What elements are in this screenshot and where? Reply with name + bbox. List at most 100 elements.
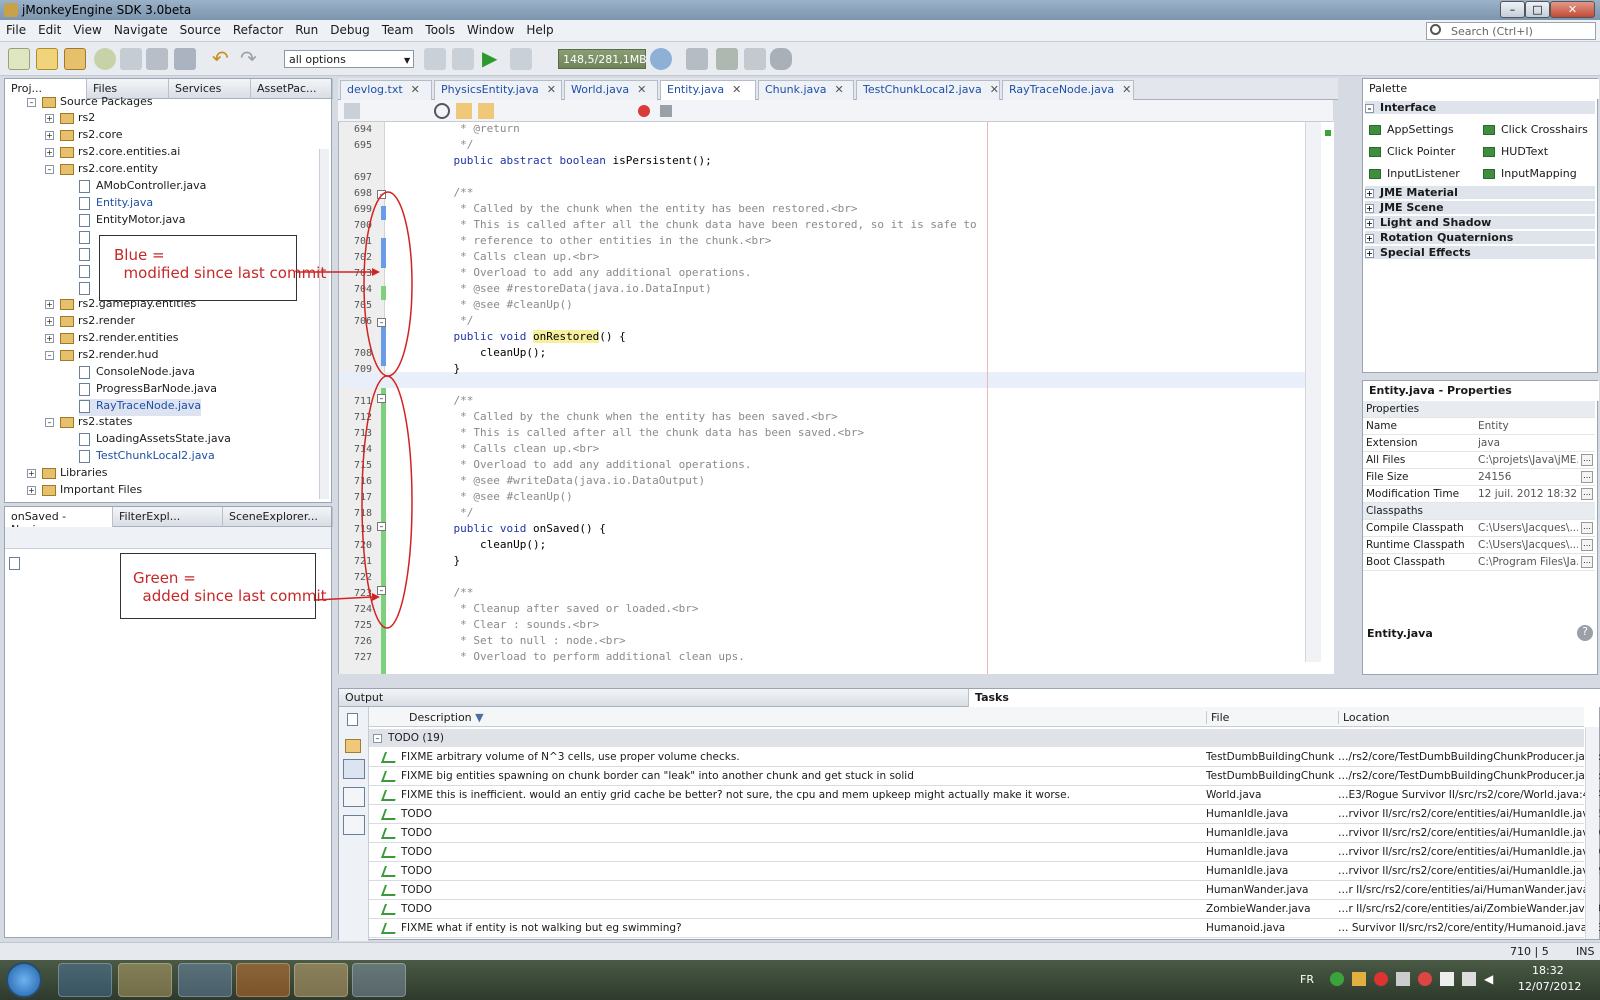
tab-entity[interactable]: Entity.java ✕	[660, 80, 756, 100]
debug-icon[interactable]	[510, 48, 532, 70]
tab-chunk[interactable]: Chunk.java ✕	[758, 80, 854, 100]
property-row[interactable]: File Size 24156…	[1363, 469, 1595, 486]
tray-icon[interactable]	[1330, 972, 1344, 986]
tool-icon[interactable]	[120, 48, 142, 70]
task-row[interactable]: TODO HumanIdle.java …rvivor II/src/rs2/cor…	[369, 862, 1600, 881]
filter-icon[interactable]	[343, 787, 365, 807]
property-group[interactable]: Classpaths	[1363, 503, 1595, 520]
file-scope-icon[interactable]	[347, 713, 358, 726]
firefox-icon[interactable]	[236, 963, 290, 997]
explorer-icon[interactable]	[118, 963, 172, 997]
all-projects-icon[interactable]	[343, 759, 365, 779]
code-line[interactable]: * This is called after all the chunk dat…	[427, 218, 977, 231]
redo-icon[interactable]: ↷	[240, 48, 262, 70]
run-icon[interactable]: ▶	[482, 48, 504, 70]
menu-edit[interactable]: Edit	[32, 20, 67, 37]
col-location[interactable]: Location	[1338, 711, 1390, 724]
code-line[interactable]: * Set to null : node.<br>	[427, 634, 626, 647]
tree-file[interactable]: EntityMotor.java	[96, 213, 185, 226]
tree-item[interactable]: rs2	[78, 111, 95, 124]
task-row[interactable]: TODO HumanIdle.java …rvivor II/src/rs2/cor…	[369, 824, 1600, 843]
property-row[interactable]: All Files C:\projets\Java\jME...…	[1363, 452, 1595, 469]
code-line[interactable]: */	[427, 138, 473, 151]
stop-icon[interactable]	[660, 105, 672, 117]
tab-physicsentity[interactable]: PhysicsEntity.java ✕	[434, 80, 562, 100]
code-line[interactable]: * Called by the chunk when the entity ha…	[427, 410, 838, 423]
close-button[interactable]: ✕	[1550, 1, 1595, 18]
menu-window[interactable]: Window	[461, 20, 520, 37]
menu-run[interactable]: Run	[289, 20, 324, 37]
tab-asset-packs[interactable]: AssetPac...	[251, 79, 333, 99]
code-line[interactable]: * @see #cleanUp()	[427, 298, 573, 311]
menu-debug[interactable]: Debug	[324, 20, 375, 37]
property-group[interactable]: Properties	[1363, 401, 1595, 418]
find-icon[interactable]	[434, 103, 450, 119]
tab-services[interactable]: Services	[169, 79, 251, 99]
tree-item[interactable]: rs2.states	[78, 415, 132, 428]
tree-item[interactable]: Source Packages	[60, 97, 153, 108]
tree-item[interactable]: rs2.core.entities.ai	[78, 145, 180, 158]
palette-category[interactable]: + Light and Shadow	[1365, 216, 1595, 229]
code-line[interactable]: }	[427, 554, 460, 567]
palette-item[interactable]: Click Crosshairs	[1483, 123, 1588, 136]
open-project-icon[interactable]	[64, 48, 86, 70]
property-row[interactable]: Extension java	[1363, 435, 1595, 452]
tab-navigator[interactable]: onSaved - Navig...	[5, 507, 113, 536]
tab-raytracenode[interactable]: RayTraceNode.java ✕	[1002, 80, 1134, 100]
code-line[interactable]: * Overload to perform additional clean u…	[427, 650, 745, 663]
jmonkey-icon[interactable]	[294, 963, 348, 997]
task-row[interactable]: FIXME what if entity is not walking but …	[369, 919, 1600, 938]
code-line[interactable]: public abstract boolean isPersistent();	[427, 154, 712, 167]
tree-item[interactable]: rs2.core	[78, 128, 123, 141]
code-line[interactable]: */	[427, 314, 473, 327]
build-icon[interactable]	[424, 48, 446, 70]
tab-files[interactable]: Files	[87, 79, 169, 99]
code-line[interactable]: /**	[427, 186, 473, 199]
new-project-icon[interactable]	[36, 48, 58, 70]
maximize-button[interactable]: □	[1525, 1, 1550, 18]
memory-indicator[interactable]: 148,5/281,1MB	[558, 49, 647, 69]
code-line[interactable]: */	[427, 506, 473, 519]
project-scope-icon[interactable]	[345, 739, 361, 753]
menu-refactor[interactable]: Refactor	[227, 20, 289, 37]
tree-file[interactable]: TestChunkLocal2.java	[96, 449, 215, 462]
tray-icon[interactable]	[1374, 972, 1388, 986]
col-file[interactable]: File	[1206, 711, 1229, 724]
code-line[interactable]: * Calls clean up.<br>	[427, 250, 599, 263]
tray-icon[interactable]	[1352, 972, 1366, 986]
tab-filter-explorer[interactable]: FilterExpl...	[113, 507, 223, 527]
model-icon[interactable]	[744, 48, 766, 70]
palette-item[interactable]: AppSettings	[1369, 123, 1454, 136]
help-icon[interactable]: ?	[1577, 625, 1593, 641]
palette-category[interactable]: + JME Material	[1365, 186, 1595, 199]
tab-testchunklocal2[interactable]: TestChunkLocal2.java ✕	[856, 80, 1000, 100]
code-line[interactable]: public void onRestored() {	[427, 330, 626, 343]
palette-section[interactable]: – Interface	[1365, 101, 1595, 114]
palette-category[interactable]: + JME Scene	[1365, 201, 1595, 214]
palette-item[interactable]: InputListener	[1369, 167, 1460, 180]
find-prev-icon[interactable]	[456, 103, 472, 119]
tab-output[interactable]: Output	[339, 689, 969, 707]
clock-date[interactable]: 12/07/2012	[1518, 980, 1581, 993]
config-select[interactable]: all options	[284, 50, 414, 68]
minimize-button[interactable]: –	[1500, 1, 1525, 18]
tree-file[interactable]: AMobController.java	[96, 179, 206, 192]
scene-icon[interactable]	[686, 48, 708, 70]
tree-file-selected[interactable]: RayTraceNode.java	[96, 399, 201, 412]
menu-tools[interactable]: Tools	[419, 20, 461, 37]
import-icon[interactable]	[770, 48, 792, 70]
clean-build-icon[interactable]	[452, 48, 474, 70]
group-icon[interactable]	[343, 815, 365, 835]
tree-item[interactable]: rs2.core.entity	[78, 162, 158, 175]
col-description[interactable]: Description ▼	[409, 711, 484, 724]
vertical-scrollbar[interactable]	[1305, 122, 1321, 662]
save-all-icon[interactable]	[174, 48, 196, 70]
start-button[interactable]	[6, 962, 42, 998]
menu-source[interactable]: Source	[174, 20, 227, 37]
code-line[interactable]: public void onSaved() {	[427, 522, 606, 535]
menu-help[interactable]: Help	[520, 20, 559, 37]
tab-devlog[interactable]: devlog.txt ✕	[340, 80, 432, 100]
save-icon[interactable]	[146, 48, 168, 70]
tray-icon[interactable]	[1418, 972, 1432, 986]
tab-world[interactable]: World.java ✕	[564, 80, 658, 100]
